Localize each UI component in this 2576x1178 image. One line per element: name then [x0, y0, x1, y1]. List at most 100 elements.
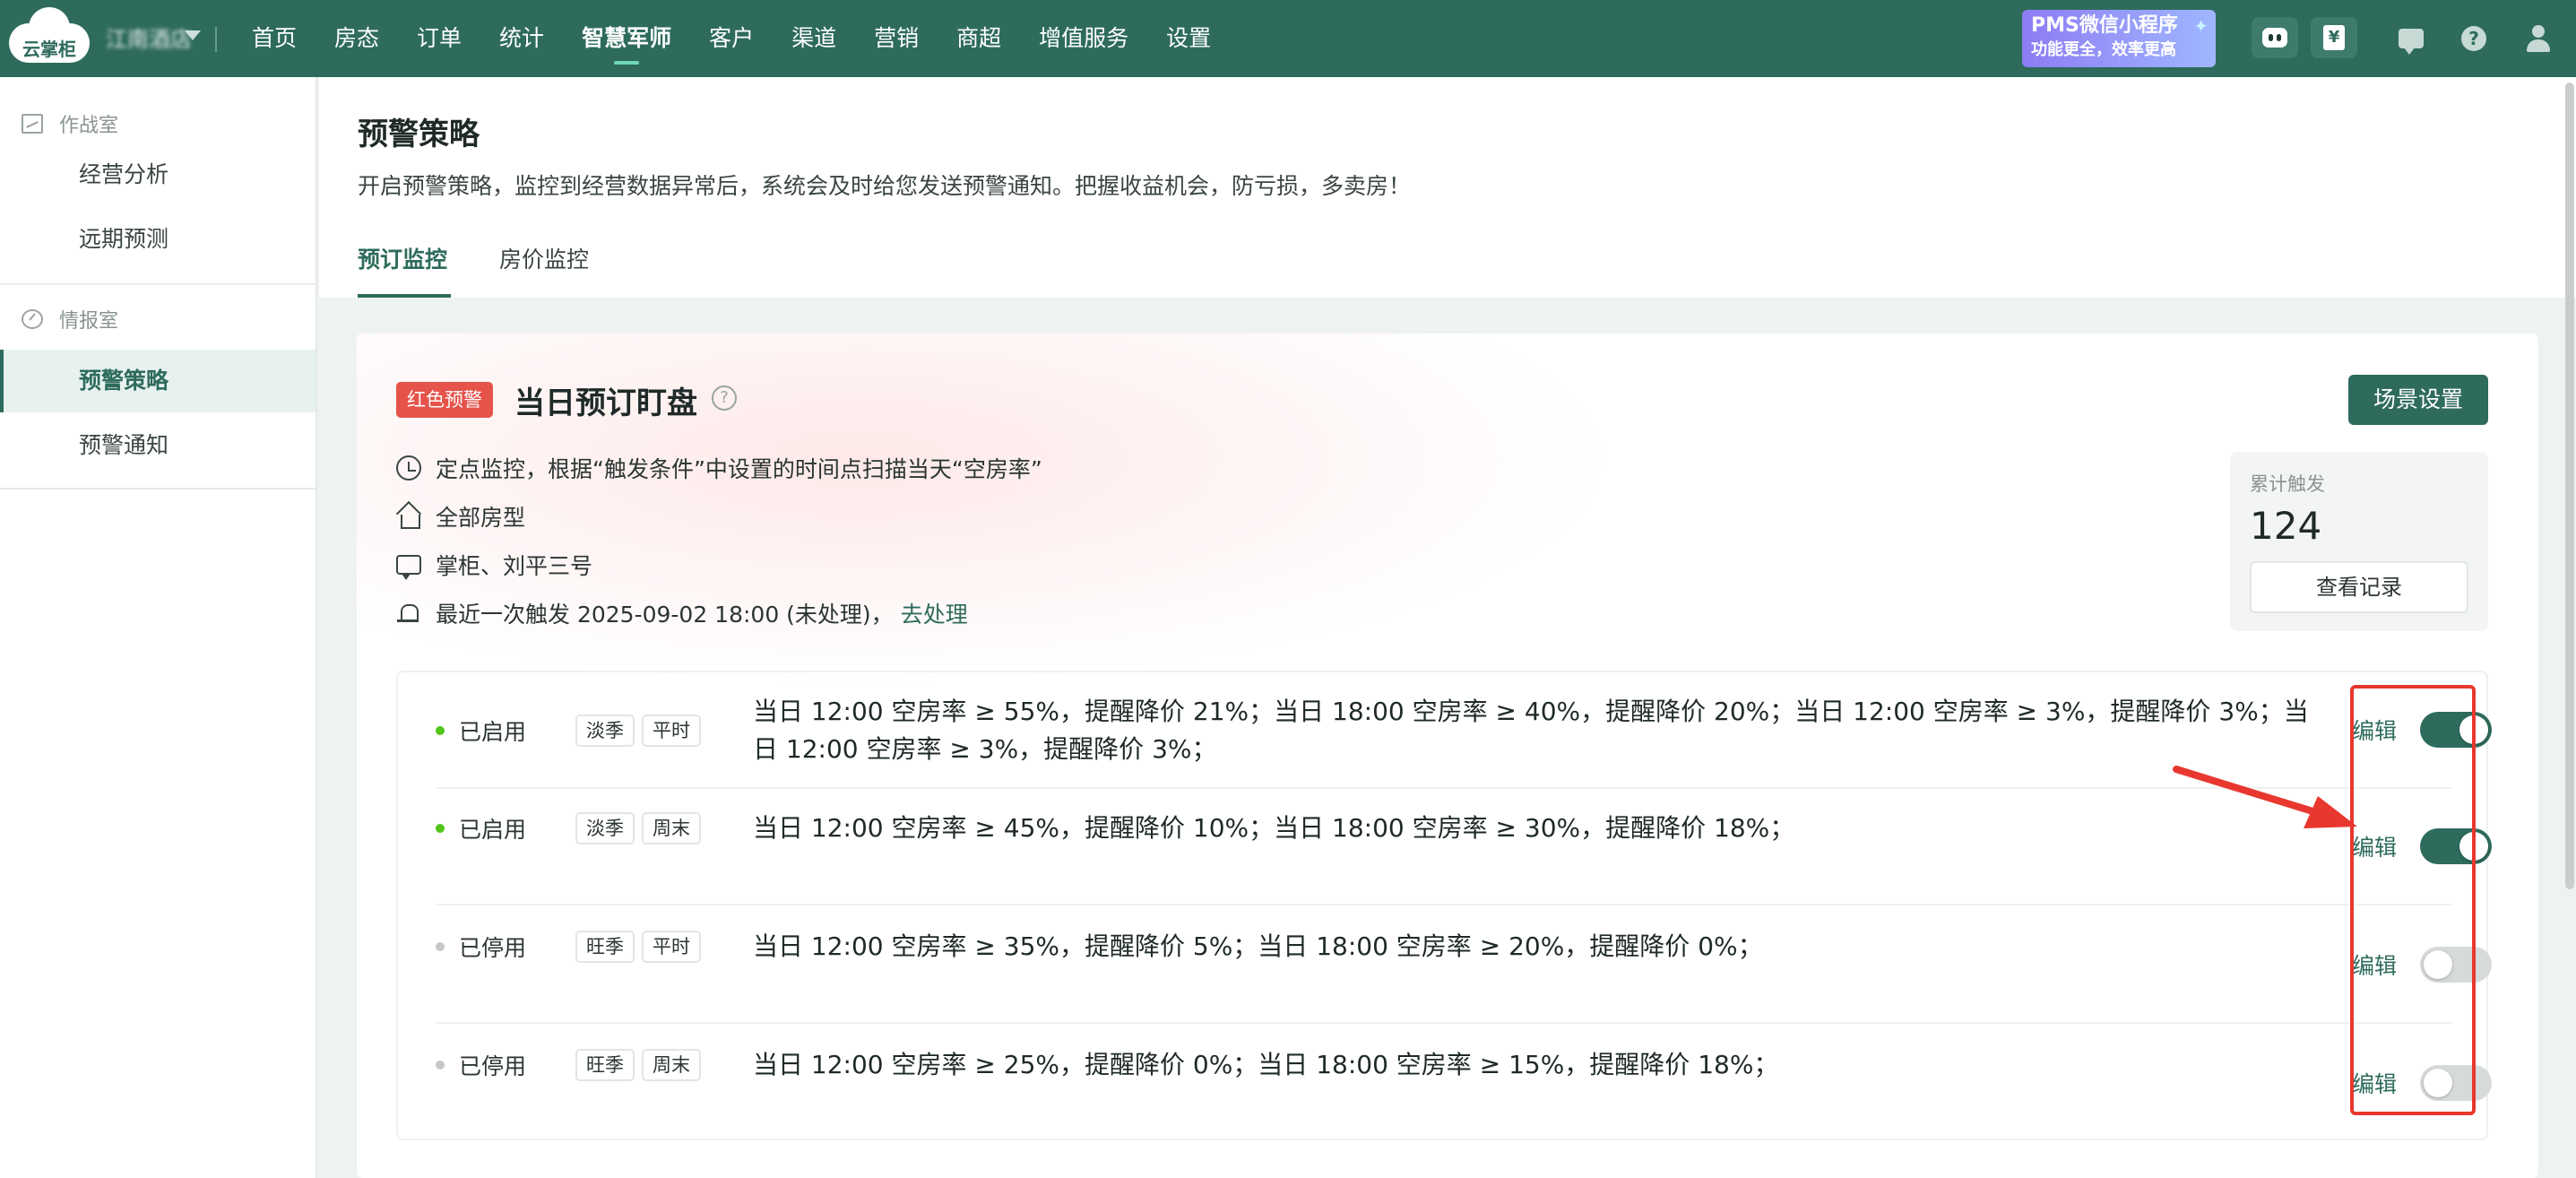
- chat-icon: [2399, 29, 2424, 55]
- stat-label: 累计触发: [2250, 473, 2325, 495]
- chevron-down-icon[interactable]: [185, 30, 201, 40]
- status-dot: [436, 726, 445, 735]
- handle-link[interactable]: 去处理: [901, 597, 968, 629]
- rule-condition: 当日 12:00 空房率 ≥ 45%，提醒降价 10%；当日 18:00 空房率…: [753, 813, 1795, 843]
- scene-settings-button[interactable]: 场景设置: [2348, 375, 2488, 425]
- tag-group: 淡季 平时: [575, 715, 753, 747]
- billing-button[interactable]: ¥: [2311, 17, 2357, 58]
- page-description: 开启预警策略，监控到经营数据异常后，系统会及时给您发送预警通知。把握收益机会，防…: [358, 173, 1412, 199]
- tab-price-monitor[interactable]: 房价监控: [499, 235, 589, 298]
- help-button[interactable]: ?: [2459, 24, 2488, 53]
- tab-booking-monitor[interactable]: 预订监控: [358, 235, 452, 298]
- alarm-clock-icon: [396, 455, 421, 481]
- nav-item-orders[interactable]: 订单: [398, 0, 480, 77]
- nav-divider: [215, 27, 217, 52]
- page-title: 预警策略: [358, 117, 480, 152]
- rule-condition: 当日 12:00 空房率 ≥ 55%，提醒降价 21%；当日 18:00 空房率…: [753, 697, 2309, 764]
- sidebar-group-label: 作战室: [59, 115, 119, 137]
- radar-icon: [22, 309, 43, 329]
- chart-icon: [22, 114, 43, 134]
- info-recipients: 掌柜、刘平三号: [396, 549, 592, 581]
- status-text: 已停用: [459, 1053, 527, 1079]
- sidebar-item-alert-notifications[interactable]: 预警通知: [0, 414, 316, 477]
- list-item: 已启用 淡季 平时 当日 12:00 空房率 ≥ 55%，提醒降价 21%；当日…: [436, 687, 2452, 775]
- season-tag: 淡季: [575, 715, 635, 747]
- nav-item-channels[interactable]: 渠道: [773, 0, 855, 77]
- rule-toggle[interactable]: [2420, 1065, 2492, 1101]
- nav-item-marketing[interactable]: 营销: [855, 0, 938, 77]
- top-nav-bar: 云掌柜 江南酒店 首页 房态 订单 统计 智慧军师 客户 渠道 营销 商超 增值…: [0, 0, 2576, 77]
- main-nav: 首页 房态 订单 统计 智慧军师 客户 渠道 营销 商超 增值服务 设置: [233, 0, 1230, 77]
- rule-toggle[interactable]: [2420, 947, 2492, 983]
- user-icon: [2526, 25, 2551, 52]
- nav-item-customers[interactable]: 客户: [690, 0, 773, 77]
- sidebar-group-label: 情报室: [59, 310, 119, 333]
- view-records-button[interactable]: 查看记录: [2250, 561, 2468, 613]
- messages-button[interactable]: [2397, 24, 2425, 55]
- day-type-tag: 周末: [642, 812, 701, 845]
- edit-link[interactable]: 编辑: [2352, 714, 2397, 746]
- sidebar-item-business-analysis[interactable]: 经营分析: [0, 143, 316, 206]
- day-type-tag: 平时: [642, 715, 701, 747]
- row-divider: [436, 787, 2452, 789]
- page-header: 预警策略 开启预警策略，监控到经营数据异常后，系统会及时给您发送预警通知。把握收…: [319, 77, 2576, 298]
- rule-toggle[interactable]: [2420, 712, 2492, 748]
- list-item: 已启用 淡季 周末 当日 12:00 空房率 ≥ 45%，提醒降价 10%；当日…: [436, 803, 2452, 853]
- season-tag: 淡季: [575, 812, 635, 845]
- toggle-knob: [2459, 832, 2488, 861]
- sparkle-icon: ✦: [2193, 15, 2209, 37]
- rule-toggle[interactable]: [2420, 828, 2492, 864]
- info-last-trigger: 最近一次触发 2025-09-02 18:00 (未处理)， 去处理: [396, 597, 968, 629]
- tag-group: 淡季 周末: [575, 812, 753, 845]
- status-dot: [436, 942, 445, 951]
- promo-line1: PMS微信小程序: [2031, 14, 2178, 37]
- pms-miniprogram-promo[interactable]: PMS微信小程序 功能更全，效率更高 ✦: [2022, 10, 2216, 67]
- hotel-name[interactable]: 江南酒店: [106, 22, 192, 53]
- info-room-types: 全部房型: [396, 500, 525, 533]
- status-text: 已停用: [459, 935, 527, 961]
- status-text: 已启用: [459, 817, 527, 843]
- toggle-knob: [2424, 950, 2452, 979]
- nav-item-settings[interactable]: 设置: [1147, 0, 1230, 77]
- sidebar-item-long-term-forecast[interactable]: 远期预测: [0, 208, 316, 271]
- nav-item-smart-advisor[interactable]: 智慧军师: [563, 0, 690, 77]
- row-divider: [436, 1022, 2452, 1024]
- info-text: 掌柜、刘平三号: [436, 553, 593, 579]
- nav-item-store[interactable]: 商超: [938, 0, 1020, 77]
- edit-link[interactable]: 编辑: [2352, 830, 2397, 862]
- status-text: 已启用: [459, 719, 527, 745]
- app-logo[interactable]: 云掌柜: [9, 7, 90, 63]
- nav-item-home[interactable]: 首页: [233, 0, 316, 77]
- stat-value: 124: [2250, 504, 2322, 548]
- day-type-tag: 平时: [642, 931, 701, 963]
- message-icon: [396, 555, 421, 580]
- question-icon[interactable]: ?: [712, 385, 737, 411]
- card-title: 当日预订盯盘: [514, 385, 697, 421]
- toggle-knob: [2424, 1069, 2452, 1097]
- nav-item-statistics[interactable]: 统计: [480, 0, 563, 77]
- toggle-knob: [2459, 715, 2488, 744]
- page-scrollbar[interactable]: [2565, 82, 2574, 889]
- sidebar-divider: [0, 488, 316, 489]
- red-alert-tag: 红色预警: [396, 382, 493, 418]
- home-icon: [396, 504, 421, 529]
- nav-item-room-status[interactable]: 房态: [316, 0, 398, 77]
- trigger-stats: 累计触发 124 查看记录: [2230, 452, 2488, 631]
- edit-link[interactable]: 编辑: [2352, 948, 2397, 981]
- nav-item-value-added[interactable]: 增值服务: [1020, 0, 1147, 77]
- season-tag: 旺季: [575, 931, 635, 963]
- season-tag: 旺季: [575, 1049, 635, 1081]
- siren-icon: [396, 601, 421, 626]
- row-divider: [436, 904, 2452, 905]
- info-text: 全部房型: [436, 505, 526, 531]
- rule-condition: 当日 12:00 空房率 ≥ 25%，提醒降价 0%；当日 18:00 空房率 …: [753, 1050, 1779, 1079]
- info-monitor-mode: 定点监控，根据“触发条件”中设置的时间点扫描当天“空房率”: [396, 452, 1042, 484]
- promo-line2: 功能更全，效率更高: [2031, 40, 2176, 59]
- edit-link[interactable]: 编辑: [2352, 1067, 2397, 1099]
- sidebar-item-alert-strategy[interactable]: 预警策略: [0, 350, 316, 412]
- ai-assistant-button[interactable]: [2252, 17, 2298, 58]
- rules-list: 已启用 淡季 平时 当日 12:00 空房率 ≥ 55%，提醒降价 21%；当日…: [396, 671, 2492, 1140]
- logo-text: 云掌柜: [22, 39, 76, 60]
- tab-bar: 预订监控 房价监控: [358, 235, 641, 298]
- user-menu-button[interactable]: [2524, 24, 2553, 53]
